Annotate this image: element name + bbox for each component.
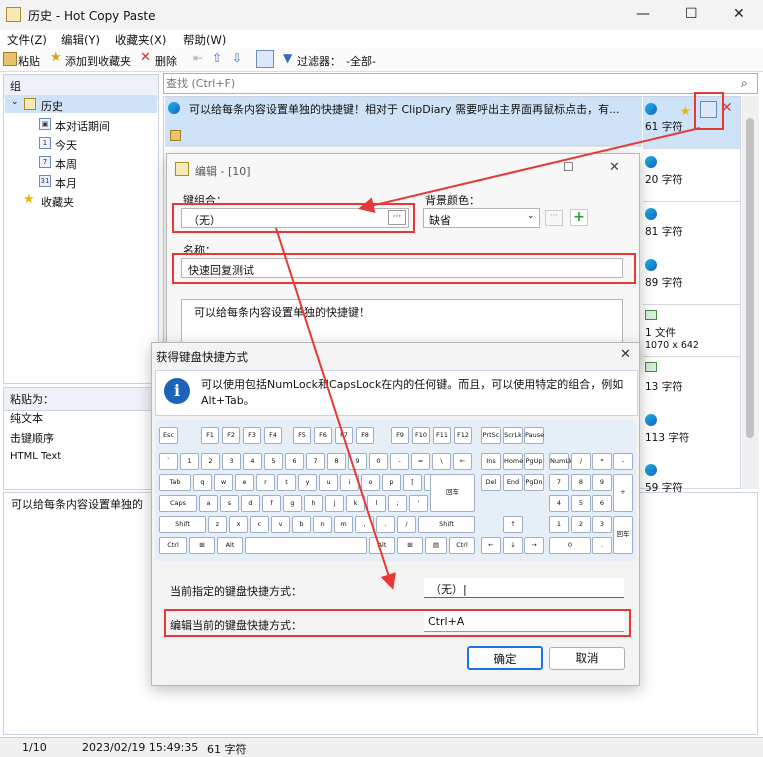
arrow-to-key-combo	[358, 127, 701, 214]
annotation-arrows	[275, 127, 701, 590]
arrow-to-current-shortcut	[275, 227, 396, 590]
